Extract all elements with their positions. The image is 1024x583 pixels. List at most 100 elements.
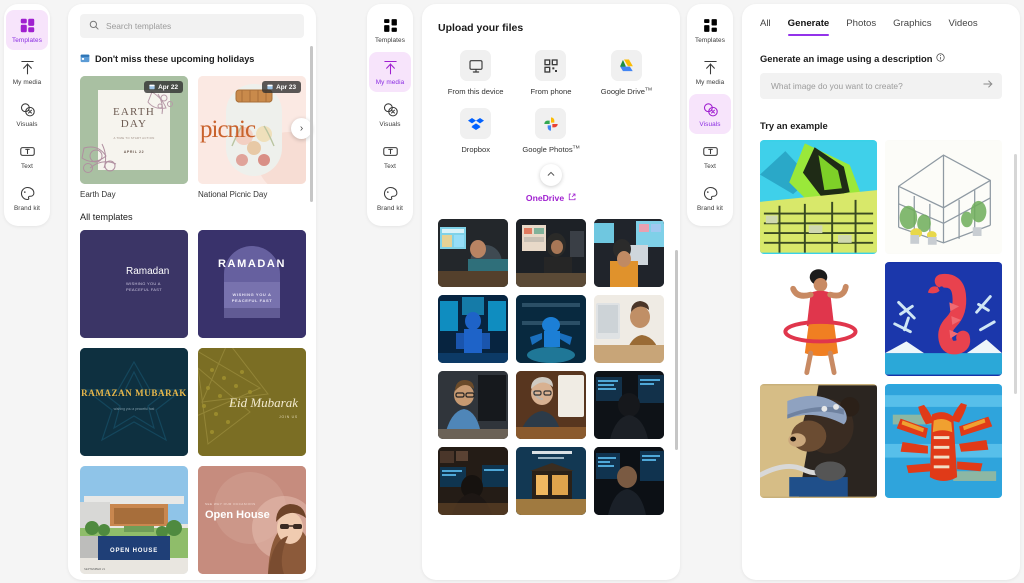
templates-scrollbar[interactable]: [310, 46, 313, 202]
media-thumbnail[interactable]: [594, 219, 664, 287]
upload-source-google-photos[interactable]: Google PhotosTM: [513, 108, 588, 154]
sidebar-item-text[interactable]: Text: [6, 136, 48, 176]
template-subtitle: JOIN US: [279, 415, 298, 419]
upload-source-dropbox[interactable]: Dropbox: [438, 108, 513, 154]
tab-all[interactable]: All: [760, 18, 771, 36]
brand-palette-icon: [382, 185, 399, 202]
template-title: OPEN HOUSE: [109, 548, 158, 554]
date-badge-text: Apr 22: [158, 83, 178, 91]
example-image[interactable]: [760, 140, 877, 254]
info-icon[interactable]: [936, 53, 946, 64]
media-thumbnail[interactable]: [594, 371, 664, 439]
sidebar-item-visuals[interactable]: Visuals: [689, 94, 731, 134]
template-card[interactable]: RAMADAN WISHING YOU A PEACEFUL FAST: [198, 230, 306, 338]
template-card[interactable]: SEE WHY OUR OCCASIONS Open House: [198, 466, 306, 574]
collapse-sources-button[interactable]: [540, 164, 562, 186]
sidebar-item-visuals[interactable]: Visuals: [6, 94, 48, 134]
media-thumbnail[interactable]: [438, 447, 508, 515]
sidebar-item-label: Visuals: [699, 120, 721, 128]
sidebar-item-text[interactable]: Text: [369, 136, 411, 176]
example-images-grid: [760, 140, 1002, 498]
media-thumbnail[interactable]: [438, 219, 508, 287]
template-card[interactable]: RAMAZAN MUBARAK wishing you a peaceful f…: [80, 348, 188, 456]
search-icon: [89, 17, 99, 35]
sidebar-item-label: Text: [703, 162, 717, 170]
template-subtitle: wishing you a peaceful fast: [113, 407, 155, 411]
upload-source-from-phone[interactable]: From phone: [513, 50, 588, 96]
visuals-scrollbar[interactable]: [1014, 154, 1017, 394]
picnic-title: picnic: [200, 116, 256, 143]
media-thumbnail[interactable]: [438, 295, 508, 363]
sidebar-item-brand-kit[interactable]: Brand kit: [369, 178, 411, 218]
upload-source-label: From this device: [447, 87, 504, 96]
chevron-up-icon: [546, 166, 556, 184]
holiday-card-national-picnic-day[interactable]: picnic Apr 23 National Picnic Day: [198, 76, 306, 199]
upload-sources-grid: From this device From phone Google Drive…: [438, 50, 664, 154]
upload-source-label: Google PhotosTM: [522, 145, 579, 154]
middle-sidebar-rail: Templates My media Visuals Text Brand kit: [367, 4, 413, 226]
google-drive-icon: [610, 50, 642, 81]
sidebar-item-templates[interactable]: Templates: [369, 10, 411, 50]
media-thumbnail[interactable]: [594, 447, 664, 515]
template-title: Eid Mubarak: [229, 395, 298, 410]
media-thumbnail[interactable]: [594, 295, 664, 363]
arrow-right-icon[interactable]: [982, 77, 994, 95]
upload-arrow-icon: [382, 59, 399, 76]
holiday-thumbnail: picnic Apr 23: [198, 76, 306, 184]
example-image[interactable]: [885, 262, 1002, 376]
example-image[interactable]: [760, 384, 877, 498]
sidebar-item-brand-kit[interactable]: Brand kit: [689, 178, 731, 218]
onedrive-link[interactable]: OneDrive: [526, 193, 576, 203]
sidebar-item-visuals[interactable]: Visuals: [369, 94, 411, 134]
tab-videos[interactable]: Videos: [949, 18, 978, 36]
section-title: Don't miss these upcoming holidays: [95, 54, 255, 64]
text-box-icon: [702, 143, 719, 160]
calendar-icon: [80, 50, 90, 68]
sidebar-item-text[interactable]: Text: [689, 136, 731, 176]
sidebar-item-my-media[interactable]: My media: [6, 52, 48, 92]
template-title: RAMADAN: [217, 258, 287, 270]
prompt-placeholder: What image do you want to create?: [771, 81, 903, 91]
tab-generate[interactable]: Generate: [787, 18, 829, 36]
template-title: Ramadan: [126, 266, 170, 277]
sidebar-item-my-media[interactable]: My media: [689, 52, 731, 92]
sidebar-item-templates[interactable]: Templates: [6, 10, 48, 50]
sidebar-item-label: Brand kit: [696, 204, 724, 212]
template-subtitle: WISHING YOU A PEACEFUL FAST: [126, 281, 162, 292]
template-card[interactable]: Ramadan WISHING YOU A PEACEFUL FAST: [80, 230, 188, 338]
example-image[interactable]: [885, 384, 1002, 498]
sidebar-item-label: Templates: [694, 36, 726, 44]
sidebar-item-templates[interactable]: Templates: [689, 10, 731, 50]
generate-label-text: Generate an image using a description: [760, 53, 933, 64]
media-thumbnail[interactable]: [516, 447, 586, 515]
visuals-panel: All Generate Photos Graphics Videos Generate…: [742, 4, 1020, 580]
example-image[interactable]: [760, 262, 877, 376]
example-image[interactable]: [885, 140, 1002, 254]
holiday-card-earth-day[interactable]: EARTH DAY A TIME TO START ACTION APRIL 2…: [80, 76, 188, 199]
template-card[interactable]: Eid Mubarak JOIN US: [198, 348, 306, 456]
tab-photos[interactable]: Photos: [846, 18, 876, 36]
media-thumbnail[interactable]: [516, 371, 586, 439]
template-title: Open House: [205, 509, 270, 521]
template-title: RAMAZAN MUBARAK: [81, 388, 187, 398]
media-thumbnail[interactable]: [516, 295, 586, 363]
template-card[interactable]: OPEN HOUSE SEPTEMBER 21: [80, 466, 188, 574]
onedrive-label: OneDrive: [525, 193, 565, 203]
media-thumbnail[interactable]: [438, 371, 508, 439]
sidebar-item-brand-kit[interactable]: Brand kit: [6, 178, 48, 218]
sidebar-item-my-media[interactable]: My media: [369, 52, 411, 92]
all-templates-label: All templates: [80, 212, 133, 222]
upload-source-google-drive[interactable]: Google DriveTM: [589, 50, 664, 96]
holiday-name: National Picnic Day: [198, 190, 268, 199]
carousel-next-button[interactable]: ›: [291, 118, 312, 139]
generate-prompt-input[interactable]: What image do you want to create?: [760, 73, 1002, 99]
sidebar-item-label: Text: [20, 162, 34, 170]
monitor-icon: [460, 50, 492, 81]
text-box-icon: [382, 143, 399, 160]
upload-panel-title: Upload your files: [438, 22, 524, 34]
upload-source-from-this-device[interactable]: From this device: [438, 50, 513, 96]
media-thumbnail[interactable]: [516, 219, 586, 287]
media-scrollbar[interactable]: [675, 250, 678, 450]
search-templates-input[interactable]: Search templates: [80, 14, 304, 38]
tab-graphics[interactable]: Graphics: [893, 18, 931, 36]
